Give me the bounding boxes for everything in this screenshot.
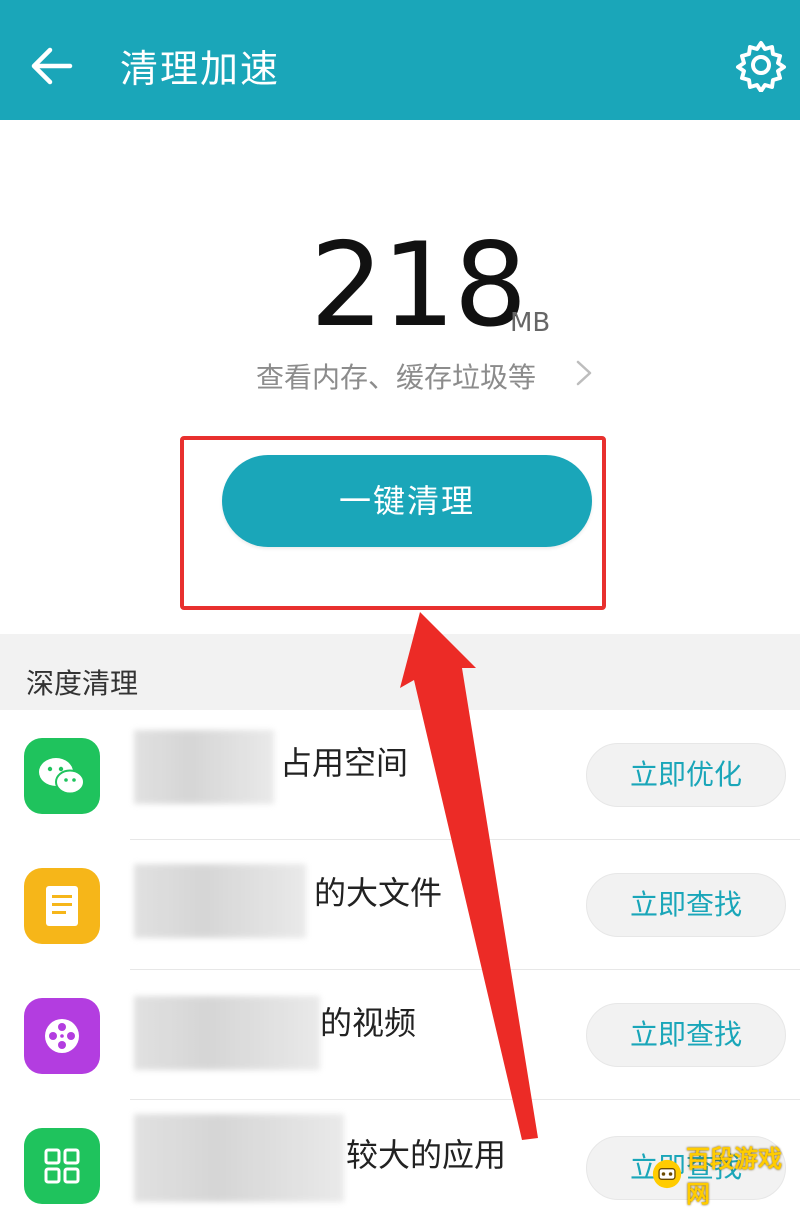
junk-size-unit: MB [510, 308, 551, 338]
item-label: 较大的应用 [346, 1136, 507, 1174]
blurred-app-name [134, 1114, 344, 1202]
memory-cache-details-link[interactable]: 查看内存、缓存垃圾等 [256, 356, 536, 396]
watermark-logo-icon [652, 1159, 682, 1189]
list-item[interactable]: 的大文件 立即查找 [0, 840, 800, 970]
one-tap-clean-button[interactable]: 一键清理 [222, 455, 592, 547]
wechat-icon [24, 738, 100, 814]
item-label: 的大文件 [314, 874, 443, 912]
chevron-right-icon[interactable] [572, 358, 596, 388]
gear-icon[interactable] [734, 38, 788, 92]
list-item[interactable]: 的视频 立即查找 [0, 970, 800, 1100]
deep-clean-section-title: 深度清理 [26, 667, 139, 700]
app-grid-icon [24, 1128, 100, 1204]
back-arrow-icon[interactable] [24, 38, 80, 94]
list-item[interactable]: 占用空间 立即优化 [0, 710, 800, 840]
blurred-app-name [134, 864, 306, 938]
junk-size-value: 218 [310, 218, 527, 353]
top-app-bar: 清理加速 [0, 0, 800, 120]
blurred-app-name [134, 730, 274, 804]
page-title: 清理加速 [120, 47, 281, 91]
item-label: 占用空间 [280, 744, 409, 782]
find-now-button[interactable]: 立即查找 [586, 873, 786, 937]
find-now-button[interactable]: 立即查找 [586, 1003, 786, 1067]
film-reel-icon [24, 998, 100, 1074]
optimize-now-button[interactable]: 立即优化 [586, 743, 786, 807]
document-icon [24, 868, 100, 944]
item-label: 的视频 [320, 1004, 417, 1042]
watermark-text: 百段游戏网 [686, 1145, 783, 1208]
blurred-app-name [134, 996, 320, 1070]
watermark: 百段游戏网 [648, 1145, 800, 1208]
